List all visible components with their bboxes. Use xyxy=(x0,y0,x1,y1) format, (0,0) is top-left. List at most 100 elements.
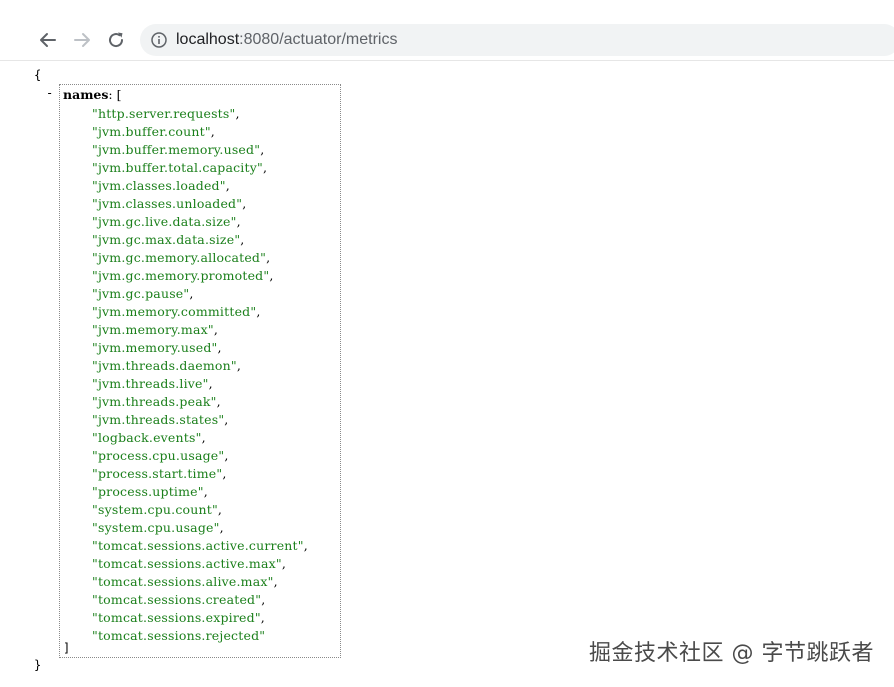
string-value: "jvm.gc.max.data.size" xyxy=(92,232,241,247)
watermark: 掘金技术社区 @ 字节跳跃者 xyxy=(589,641,874,666)
list-item: "tomcat.sessions.created", xyxy=(92,591,308,609)
reload-button[interactable] xyxy=(104,28,128,52)
string-value: "jvm.buffer.count" xyxy=(92,124,211,139)
comma: , xyxy=(256,304,261,319)
list-item: "jvm.memory.max", xyxy=(92,321,308,339)
string-value: "jvm.gc.pause" xyxy=(92,286,190,301)
string-value: "jvm.classes.unloaded" xyxy=(92,196,243,211)
list-item: "tomcat.sessions.active.current", xyxy=(92,537,308,555)
comma: , xyxy=(201,430,206,445)
list-item: "jvm.threads.states", xyxy=(92,411,308,429)
comma: , xyxy=(260,610,265,625)
url-path: :8080/actuator/metrics xyxy=(239,31,398,48)
comma: , xyxy=(266,250,271,265)
string-value: "system.cpu.usage" xyxy=(92,520,220,535)
list-item: "jvm.gc.max.data.size", xyxy=(92,231,308,249)
string-value: "logback.events" xyxy=(92,430,202,445)
json-close-bracket: ] xyxy=(63,641,71,655)
comma: , xyxy=(261,592,266,607)
list-item: "jvm.gc.memory.promoted", xyxy=(92,267,308,285)
string-value: "jvm.buffer.total.capacity" xyxy=(92,160,263,175)
json-open-brace: { xyxy=(34,68,42,82)
list-item: "system.cpu.count", xyxy=(92,501,308,519)
comma: , xyxy=(217,340,222,355)
string-value: "tomcat.sessions.active.max" xyxy=(92,556,282,571)
url-text[interactable]: localhost:8080/actuator/metrics xyxy=(176,31,397,49)
list-item: "process.uptime", xyxy=(92,483,308,501)
comma: , xyxy=(269,268,274,283)
url-host: localhost xyxy=(176,31,240,48)
string-value: "jvm.threads.states" xyxy=(92,412,225,427)
names-array-box: names: [ "http.server.requests", "jvm.buf… xyxy=(59,84,341,658)
names-list: "http.server.requests", "jvm.buffer.count… xyxy=(92,105,308,645)
string-value: "jvm.memory.max" xyxy=(92,322,214,337)
comma: , xyxy=(225,178,230,193)
browser-window: localhost:8080/actuator/metrics { - name… xyxy=(0,0,894,687)
string-value: "http.server.requests" xyxy=(92,106,236,121)
list-item: "process.cpu.usage", xyxy=(92,447,308,465)
string-value: "jvm.threads.daemon" xyxy=(92,358,237,373)
list-item: "tomcat.sessions.alive.max", xyxy=(92,573,308,591)
info-circle-icon[interactable] xyxy=(150,31,168,49)
string-value: "process.cpu.usage" xyxy=(92,448,225,463)
list-item: "jvm.classes.loaded", xyxy=(92,177,308,195)
string-value: "system.cpu.count" xyxy=(92,502,218,517)
list-item: "jvm.buffer.count", xyxy=(92,123,308,141)
comma: , xyxy=(208,376,213,391)
list-item: "tomcat.sessions.active.max", xyxy=(92,555,308,573)
comma: , xyxy=(303,538,308,553)
json-close-brace: } xyxy=(34,658,42,672)
string-value: "process.start.time" xyxy=(92,466,223,481)
collapse-toggle[interactable]: - xyxy=(46,86,53,100)
list-item: "jvm.buffer.total.capacity", xyxy=(92,159,308,177)
list-item: "jvm.gc.live.data.size", xyxy=(92,213,308,231)
list-item: "process.start.time", xyxy=(92,465,308,483)
back-button[interactable] xyxy=(36,28,60,52)
comma: , xyxy=(240,232,245,247)
string-value: "tomcat.sessions.active.current" xyxy=(92,538,304,553)
comma: , xyxy=(242,196,247,211)
string-value: "jvm.gc.live.data.size" xyxy=(92,214,237,229)
comma: , xyxy=(281,556,287,571)
string-value: "jvm.memory.used" xyxy=(92,340,218,355)
arrow-right-icon xyxy=(74,33,90,47)
comma: , xyxy=(189,286,194,301)
string-value: "jvm.buffer.memory.used" xyxy=(92,142,261,157)
list-item: "jvm.classes.unloaded", xyxy=(92,195,308,213)
string-value: "jvm.threads.live" xyxy=(92,376,209,391)
comma: , xyxy=(216,394,221,409)
list-item: "jvm.gc.memory.allocated", xyxy=(92,249,308,267)
string-value: "jvm.classes.loaded" xyxy=(92,178,226,193)
comma: , xyxy=(235,106,240,121)
comma: , xyxy=(236,358,242,373)
list-item: "jvm.memory.used", xyxy=(92,339,308,357)
string-value: "jvm.gc.memory.allocated" xyxy=(92,250,267,265)
address-bar[interactable]: localhost:8080/actuator/metrics xyxy=(140,24,894,56)
json-key-names: names xyxy=(63,87,109,102)
comma: , xyxy=(224,412,229,427)
comma: , xyxy=(262,160,268,175)
string-value: "jvm.gc.memory.promoted" xyxy=(92,268,270,283)
string-value: "tomcat.sessions.expired" xyxy=(92,610,261,625)
comma: , xyxy=(219,520,224,535)
list-item: "jvm.gc.pause", xyxy=(92,285,308,303)
string-value: "tomcat.sessions.alive.max" xyxy=(92,574,274,589)
comma: , xyxy=(224,448,229,463)
list-item: "jvm.threads.peak", xyxy=(92,393,308,411)
comma: , xyxy=(210,124,215,139)
list-item: "tomcat.sessions.rejected" xyxy=(92,627,308,645)
string-value: "jvm.threads.peak" xyxy=(92,394,217,409)
list-item: "system.cpu.usage", xyxy=(92,519,308,537)
json-key-suffix: : [ xyxy=(108,87,122,102)
arrow-left-icon xyxy=(40,33,56,47)
comma: , xyxy=(260,142,265,157)
forward-button[interactable] xyxy=(70,28,94,52)
list-item: "jvm.threads.daemon", xyxy=(92,357,308,375)
list-item: "jvm.memory.committed", xyxy=(92,303,308,321)
comma: , xyxy=(213,322,218,337)
string-value: "tomcat.sessions.created" xyxy=(92,592,262,607)
list-item: "tomcat.sessions.expired", xyxy=(92,609,308,627)
list-item: "jvm.threads.live", xyxy=(92,375,308,393)
comma: , xyxy=(222,466,227,481)
string-value: "process.uptime" xyxy=(92,484,204,499)
